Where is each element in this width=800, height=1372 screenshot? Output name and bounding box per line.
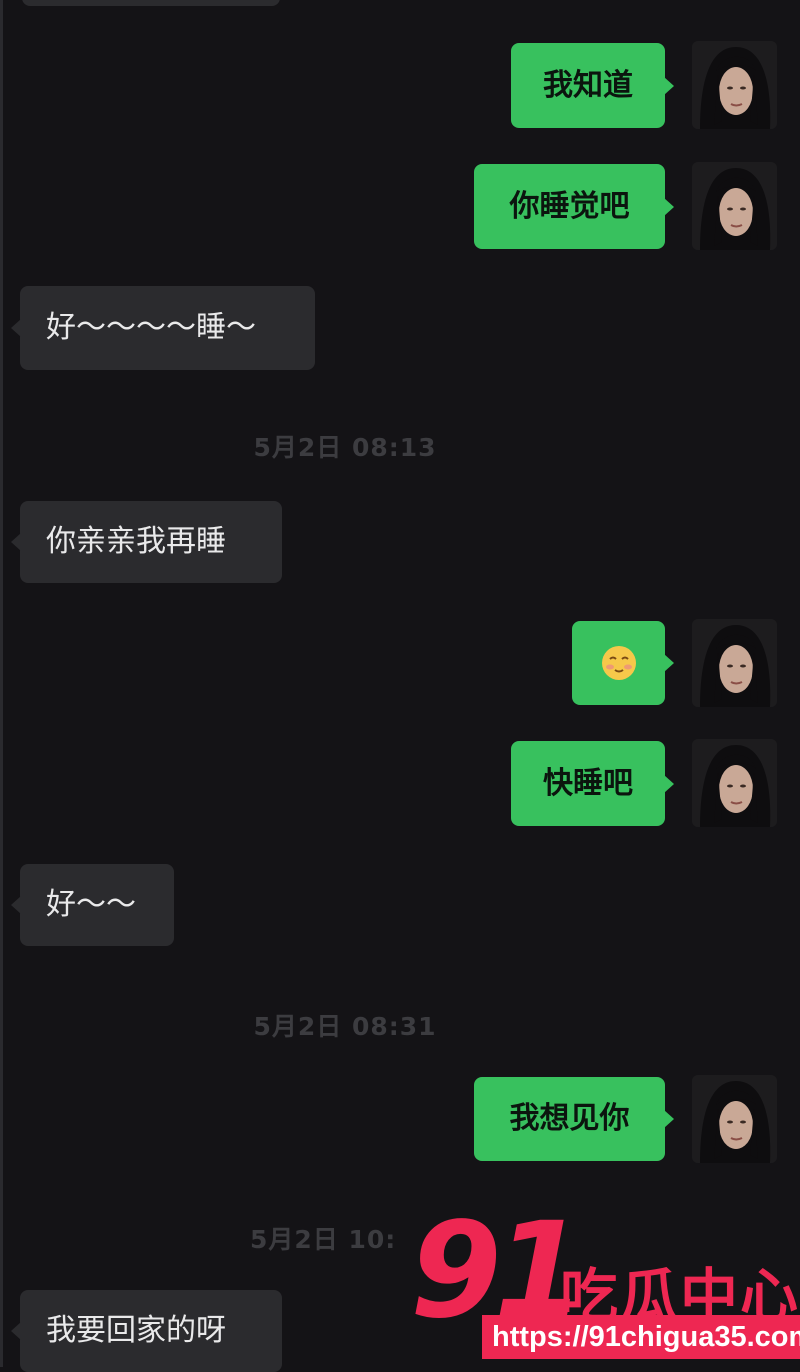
outgoing-message-bubble[interactable]: 快睡吧 [511, 741, 674, 826]
message-text: 好～～～～睡～ [46, 310, 256, 345]
incoming-message-bubble[interactable]: 我要回家的呀 [11, 1290, 282, 1372]
message-text: 我要回家的呀 [46, 1313, 226, 1348]
outgoing-message-bubble[interactable]: 我知道 [511, 43, 674, 128]
user-avatar[interactable] [692, 162, 777, 250]
incoming-message-bubble[interactable]: 你亲亲我再睡 [11, 501, 282, 583]
incoming-message-bubble[interactable]: 好～～～～睡～ [11, 286, 315, 370]
incoming-message-bubble-partial[interactable] [22, 0, 280, 6]
outgoing-emoji-bubble[interactable] [572, 621, 674, 705]
blushing-face-icon [601, 646, 636, 680]
site-watermark: 91 吃瓜中心 https://91chigua35.com [410, 1205, 800, 1365]
message-timestamp: 5月2日 08:31 [253, 1012, 437, 1041]
portrait-image [692, 41, 777, 129]
message-text: 你亲亲我再睡 [46, 524, 226, 559]
portrait-image [692, 739, 777, 827]
message-text: 好～～ [46, 887, 136, 922]
message-text: 你睡觉吧 [509, 188, 630, 224]
portrait-image [692, 162, 777, 250]
user-avatar[interactable] [692, 739, 777, 827]
user-avatar[interactable] [692, 41, 777, 129]
incoming-message-bubble[interactable]: 好～～ [11, 864, 174, 946]
user-avatar[interactable] [692, 619, 777, 707]
portrait-image [692, 1075, 777, 1163]
message-text: 我知道 [543, 67, 633, 103]
message-text: 快睡吧 [543, 765, 633, 801]
portrait-image [692, 619, 777, 707]
chat-window: 我知道 你睡觉吧 好～～～～睡～ 5月2日 08:13 你亲亲我再睡 快睡吧 好… [0, 0, 800, 1372]
outgoing-message-bubble[interactable]: 我想见你 [474, 1077, 674, 1161]
left-edge-divider [0, 0, 3, 1367]
outgoing-message-bubble[interactable]: 你睡觉吧 [474, 164, 674, 249]
message-text: 我想见你 [509, 1101, 630, 1136]
watermark-url[interactable]: https://91chigua35.com [482, 1315, 800, 1359]
user-avatar[interactable] [692, 1075, 777, 1163]
message-timestamp: 5月2日 08:13 [253, 433, 437, 462]
